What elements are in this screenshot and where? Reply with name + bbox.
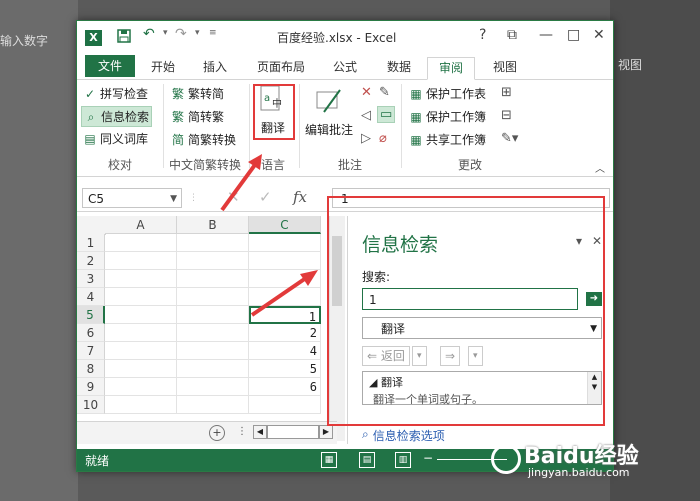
baidu-watermark: Baidu经验 jingyan.baidu.com bbox=[486, 436, 696, 496]
arrow-to-translate bbox=[220, 160, 259, 212]
arrow-head-pane bbox=[300, 270, 318, 286]
baidu-paw-logo-icon bbox=[491, 444, 521, 474]
annotation-arrows bbox=[220, 154, 318, 317]
arrow-to-pane bbox=[250, 276, 308, 317]
watermark-url: jingyan.baidu.com bbox=[528, 466, 630, 479]
